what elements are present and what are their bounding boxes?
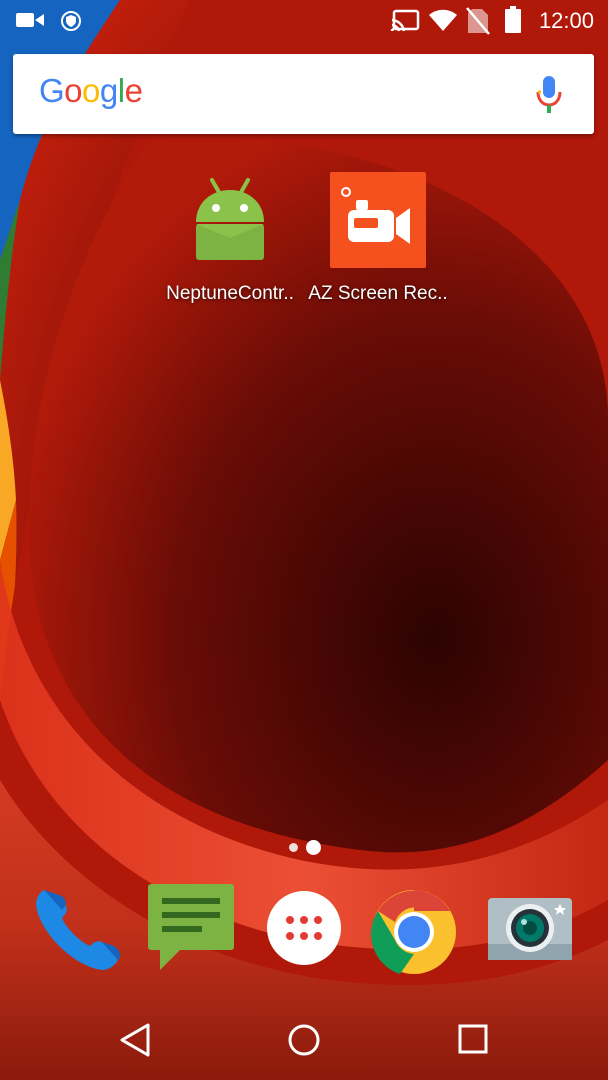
video-camera-icon <box>16 10 46 35</box>
cast-icon <box>390 9 420 38</box>
google-search-bar[interactable]: Google <box>13 54 594 134</box>
app-label: AZ Screen Rec.. <box>308 283 448 304</box>
google-logo-letter: g <box>99 72 118 109</box>
google-logo-letter: G <box>39 72 65 109</box>
mic-icon[interactable] <box>536 76 562 119</box>
google-logo-letter: l <box>117 72 125 109</box>
home-screen: 12:00 Google NeptuneContr.. AZ Screen Re… <box>0 0 608 1080</box>
no-sim-icon <box>466 7 490 40</box>
page-dot-2-active <box>306 840 321 855</box>
shield-icon <box>60 10 82 37</box>
page-dot-1 <box>289 843 298 852</box>
phone-icon[interactable] <box>32 882 124 979</box>
wifi-icon <box>428 9 458 38</box>
google-logo-letter: e <box>124 72 143 109</box>
video-recorder-icon <box>303 172 453 273</box>
app-neptunecontrol[interactable]: NeptuneContr.. <box>155 172 305 305</box>
app-drawer-icon[interactable] <box>266 890 342 971</box>
chrome-icon[interactable] <box>370 888 458 981</box>
page-indicator <box>287 839 327 855</box>
google-logo: Google <box>39 72 143 110</box>
messages-icon[interactable] <box>148 882 236 979</box>
app-az-screen-recorder[interactable]: AZ Screen Rec.. <box>303 172 453 305</box>
recents-icon[interactable] <box>456 1022 490 1063</box>
app-label: NeptuneContr.. <box>166 283 294 304</box>
back-icon[interactable] <box>118 1022 152 1063</box>
android-icon <box>155 172 305 273</box>
battery-icon <box>504 6 522 39</box>
status-clock: 12:00 <box>538 8 594 33</box>
google-logo-letter: o <box>82 72 100 109</box>
camera-icon[interactable] <box>486 890 574 967</box>
home-icon[interactable] <box>286 1022 322 1063</box>
google-logo-letter: o <box>64 72 83 109</box>
navigation-bar <box>0 1000 608 1080</box>
status-bar: 12:00 <box>0 0 608 42</box>
